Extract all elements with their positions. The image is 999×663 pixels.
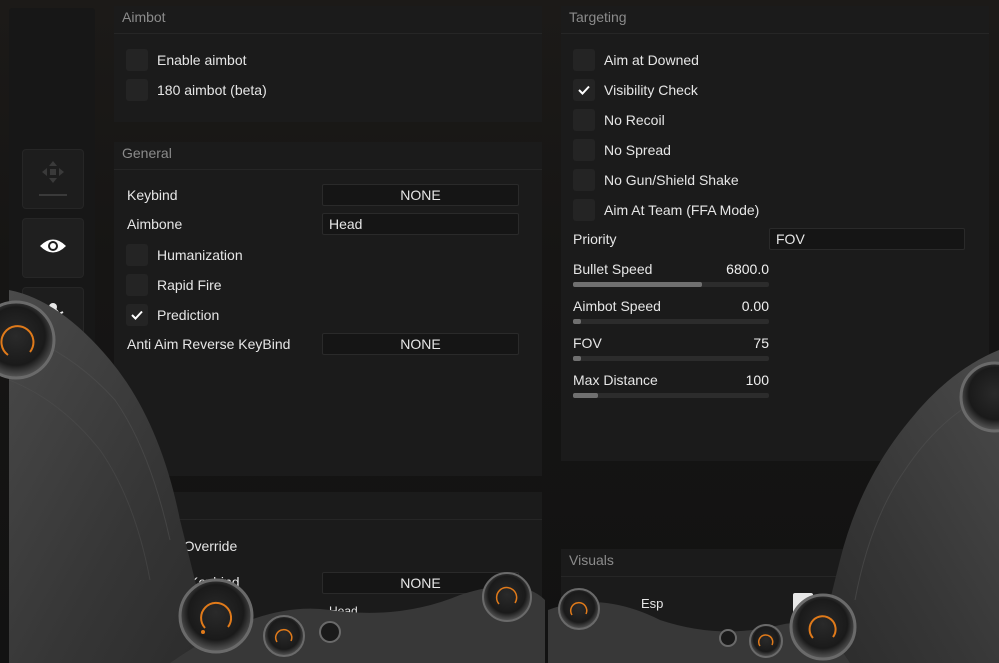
180-aimbot-checkbox[interactable]: 180 aimbot (beta) xyxy=(126,79,267,101)
divider xyxy=(561,33,989,34)
slider-value: 0.00 xyxy=(741,298,769,314)
checkbox-label: No Gun/Shield Shake xyxy=(604,172,739,188)
priority-select[interactable]: FOV xyxy=(769,228,965,250)
sidebar-item-visuals[interactable] xyxy=(22,218,84,278)
divider xyxy=(114,169,542,170)
slider-fill xyxy=(573,393,599,398)
slider-value: 100 xyxy=(745,372,769,388)
visuals-partial-label: Esp xyxy=(641,596,664,611)
checkbox-box[interactable] xyxy=(573,139,595,161)
checkbox-box[interactable] xyxy=(573,199,595,221)
targeting-panel: Targeting Aim at Downed Visibility Check… xyxy=(561,6,989,461)
slider-fill xyxy=(573,319,581,324)
no-spread-checkbox[interactable]: No Spread xyxy=(573,139,671,161)
checkbox-box[interactable] xyxy=(573,169,595,191)
checkbox-box[interactable] xyxy=(573,79,595,101)
crosshair-icon xyxy=(38,157,68,202)
aimbot-panel: Aimbot Enable aimbot 180 aimbot (beta) xyxy=(114,6,542,122)
checkbox-box[interactable] xyxy=(126,244,148,266)
aim-at-team-checkbox[interactable]: Aim At Team (FFA Mode) xyxy=(573,199,759,221)
priority-label: Priority xyxy=(573,231,617,247)
divider xyxy=(114,33,542,34)
aimbone-select[interactable]: Head xyxy=(322,213,519,235)
sidebar-item-aimbot[interactable] xyxy=(22,149,84,209)
override-keybind-label: Keybind xyxy=(189,574,240,590)
slider-track[interactable] xyxy=(573,319,769,324)
general-panel-title: General xyxy=(122,145,172,161)
aim-at-downed-checkbox[interactable]: Aim at Downed xyxy=(573,49,699,71)
visuals-panel-title: Visuals xyxy=(569,552,614,568)
slider-label: Bullet Speed xyxy=(573,261,653,277)
checkbox-box[interactable] xyxy=(126,274,148,296)
checkbox-box[interactable] xyxy=(126,49,148,71)
slider-label: FOV xyxy=(573,335,602,351)
app-window: Aimbot Enable aimbot 180 aimbot (beta) G… xyxy=(0,0,999,663)
checkbox-label: No Spread xyxy=(604,142,671,158)
slider-value: 6800.0 xyxy=(726,261,769,277)
checkbox-box[interactable] xyxy=(126,304,148,326)
divider xyxy=(561,576,989,577)
anti-aim-label: Anti Aim Reverse KeyBind xyxy=(127,336,291,352)
color-swatch[interactable] xyxy=(793,593,813,613)
slider-label: Aimbot Speed xyxy=(573,298,661,314)
override-panel: de ble Override Keybind NONE Head xyxy=(114,492,542,663)
no-recoil-checkbox[interactable]: No Recoil xyxy=(573,109,665,131)
checkbox-label: Prediction xyxy=(157,307,220,323)
slider-fill xyxy=(573,282,703,287)
checkmark-icon xyxy=(131,310,143,320)
humanization-checkbox[interactable]: Humanization xyxy=(126,244,243,266)
enable-aimbot-checkbox[interactable]: Enable aimbot xyxy=(126,49,247,71)
eye-icon xyxy=(39,237,67,260)
anti-aim-keybind-button[interactable]: NONE xyxy=(322,333,519,355)
sidebar-item-misc[interactable] xyxy=(22,287,84,347)
checkbox-label: Visibility Check xyxy=(604,82,698,98)
checkbox-box[interactable] xyxy=(573,49,595,71)
slider-track[interactable] xyxy=(573,282,769,287)
prediction-checkbox[interactable]: Prediction xyxy=(126,304,219,326)
visuals-panel: Visuals Esp xyxy=(561,549,989,663)
keybind-label: Keybind xyxy=(127,187,178,203)
bug-icon xyxy=(41,302,65,333)
sidebar xyxy=(9,8,95,663)
checkmark-icon xyxy=(578,85,590,95)
checkbox-box[interactable] xyxy=(126,79,148,101)
aimbone-label: Aimbone xyxy=(127,216,183,232)
keybind-button[interactable]: NONE xyxy=(322,184,519,206)
override-keybind-button[interactable]: NONE xyxy=(322,572,519,594)
override-select-value: Head xyxy=(329,604,358,618)
checkbox-label: Humanization xyxy=(157,247,243,263)
aimbot-panel-title: Aimbot xyxy=(122,9,166,25)
enable-override-label: ble Override xyxy=(161,538,238,554)
slider-value: 75 xyxy=(753,335,769,351)
slider-fill xyxy=(573,356,581,361)
override-panel-title: de xyxy=(161,495,177,511)
slider-track[interactable] xyxy=(573,393,769,398)
checkbox-label: 180 aimbot (beta) xyxy=(157,82,267,98)
checkbox-label: Aim At Team (FFA Mode) xyxy=(604,202,760,218)
checkbox-label: Rapid Fire xyxy=(157,277,222,293)
divider xyxy=(114,519,542,520)
general-panel: General Keybind NONE Aimbone Head Humani… xyxy=(114,142,542,476)
checkbox-box[interactable] xyxy=(573,109,595,131)
rapid-fire-checkbox[interactable]: Rapid Fire xyxy=(126,274,222,296)
targeting-panel-title: Targeting xyxy=(569,9,627,25)
checkbox-label: Aim at Downed xyxy=(604,52,699,68)
checkbox-label: Enable aimbot xyxy=(157,52,247,68)
slider-label: Max Distance xyxy=(573,372,658,388)
no-gun-shield-shake-checkbox[interactable]: No Gun/Shield Shake xyxy=(573,169,739,191)
checkbox-label: No Recoil xyxy=(604,112,665,128)
slider-track[interactable] xyxy=(573,356,769,361)
visibility-check-checkbox[interactable]: Visibility Check xyxy=(573,79,698,101)
